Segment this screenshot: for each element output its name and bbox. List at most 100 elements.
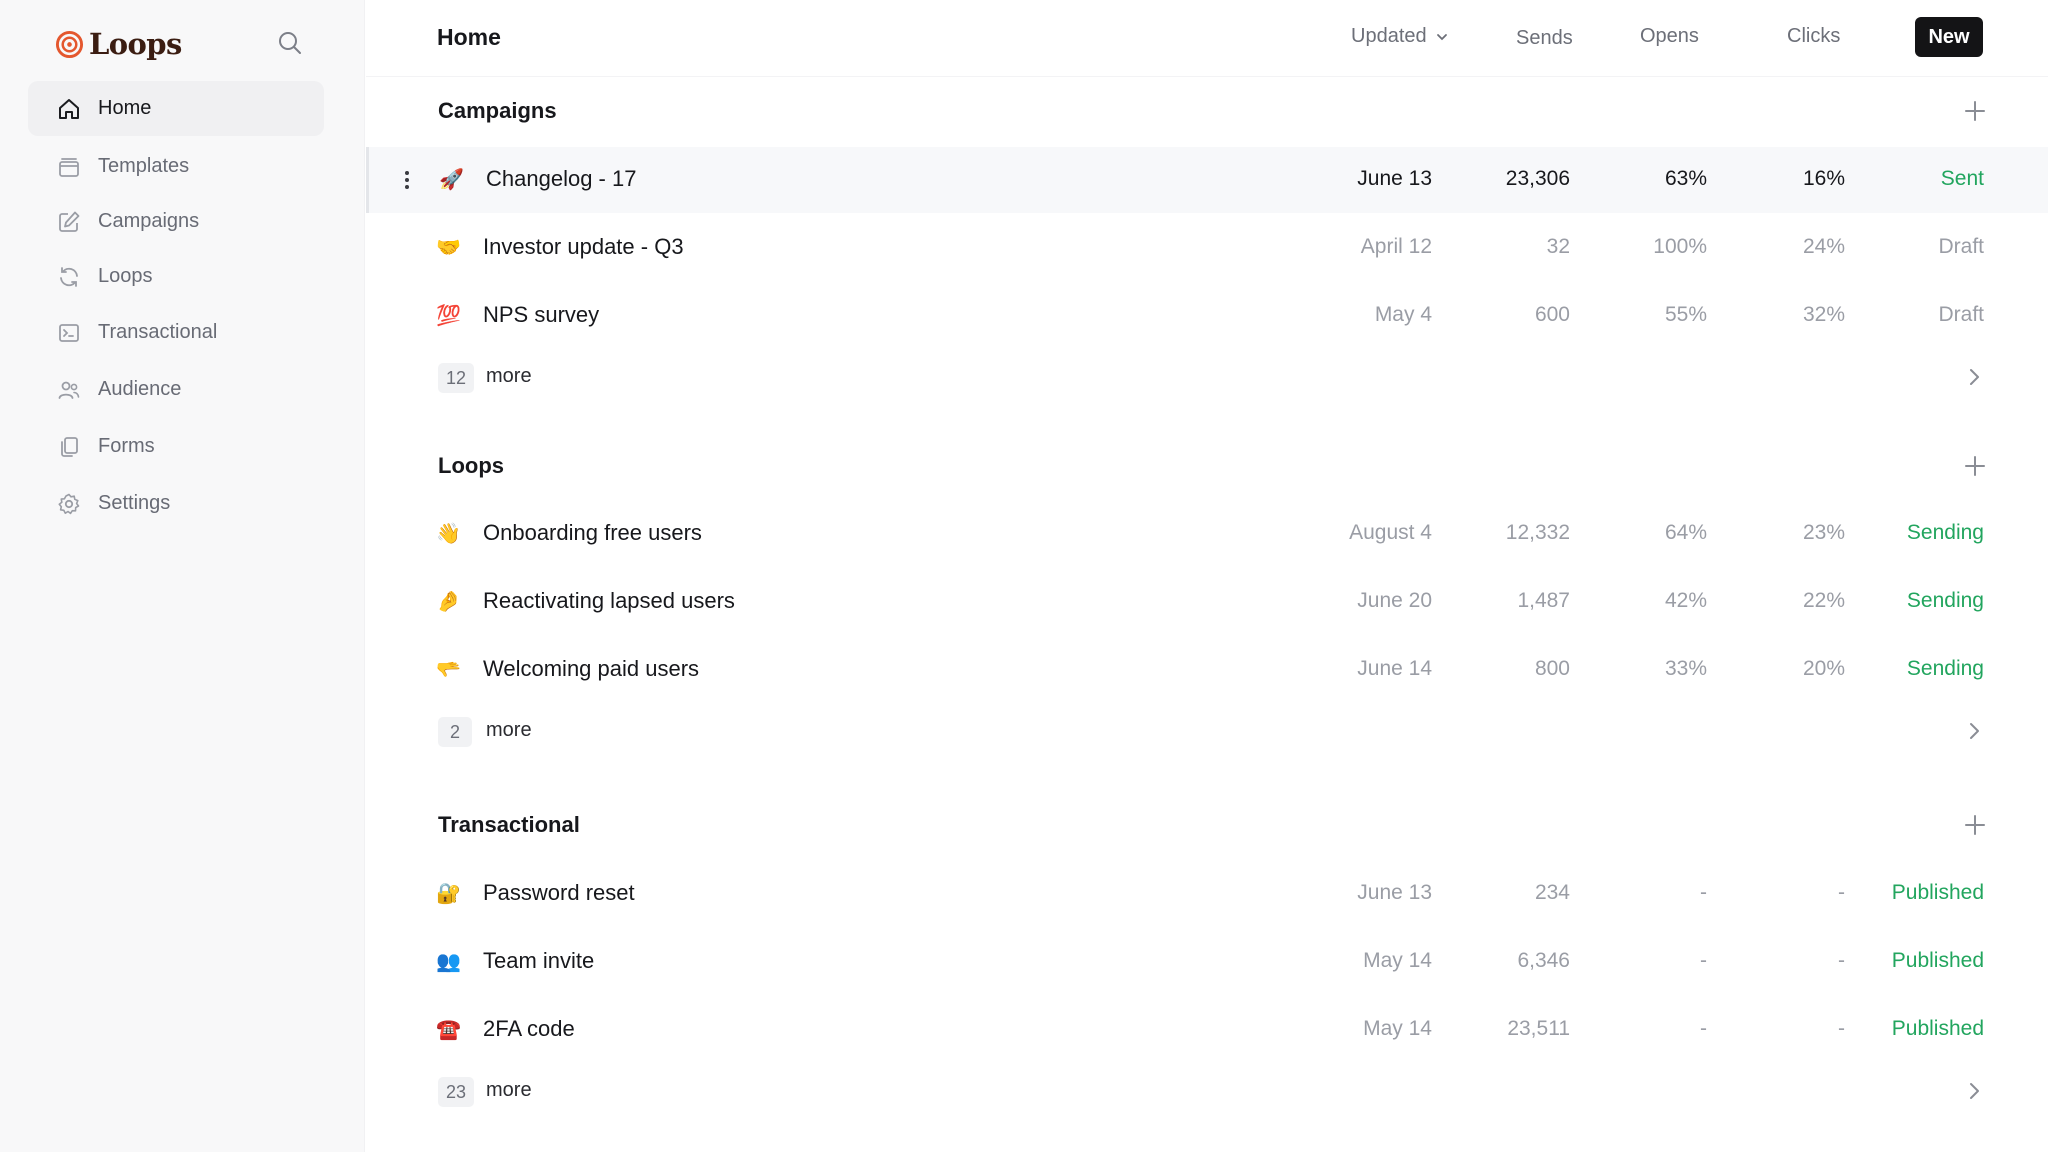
chevron-right-icon: [1970, 1083, 1979, 1099]
cell-clicks: 23%: [1802, 521, 1845, 544]
cell-date: May 4: [1374, 303, 1432, 326]
cell-date: June 14: [1357, 657, 1432, 680]
more-label: more: [486, 365, 532, 387]
cell-clicks: 32%: [1802, 303, 1845, 326]
cell-status: Draft: [1938, 235, 1984, 258]
cell-date: June 13: [1357, 167, 1432, 190]
add-transactional-icon[interactable]: [1962, 812, 1988, 838]
column-header-opens[interactable]: Opens: [1640, 25, 1699, 48]
cell-date: May 14: [1363, 949, 1432, 972]
cell-clicks: 16%: [1802, 167, 1845, 190]
sidebar: Loops Home Templates Campaigns Loops Tra…: [0, 0, 365, 1152]
sidebar-item-label: Campaigns: [98, 210, 200, 232]
row-name: Investor update - Q3: [483, 234, 684, 259]
cell-sends: 23,511: [1507, 1017, 1570, 1040]
brand-name: Loops: [89, 27, 182, 61]
cell-sends: 32: [1546, 235, 1570, 258]
table-row[interactable]: 🫳 Welcoming paid users June 14 800 33% 20% Sen…: [366, 637, 2048, 703]
refresh-icon: [56, 264, 82, 290]
sidebar-item-templates[interactable]: Templates: [28, 139, 324, 194]
cell-date: May 14: [1363, 1017, 1432, 1040]
terminal-icon: [56, 320, 82, 346]
brand-logo[interactable]: Loops: [55, 24, 182, 64]
sidebar-item-label: Home: [98, 97, 152, 119]
row-name: Onboarding free users: [483, 520, 702, 545]
table-row[interactable]: 🔐 Password reset June 13 234 - - Published: [366, 861, 2048, 927]
cell-status: Published: [1891, 881, 1984, 904]
table-row[interactable]: 🤌 Reactivating lapsed users June 20 1,487 42…: [366, 569, 2048, 635]
table-row[interactable]: 💯 NPS survey May 4 600 55% 32% Draft: [366, 283, 2048, 349]
row-name: NPS survey: [483, 302, 600, 327]
more-options-icon[interactable]: [403, 167, 411, 193]
sidebar-item-label: Loops: [98, 265, 153, 287]
more-label: more: [486, 1079, 532, 1101]
sidebar-item-settings[interactable]: Settings: [28, 476, 324, 531]
cell-status: Sending: [1906, 521, 1984, 544]
add-campaign-icon[interactable]: [1962, 98, 1988, 124]
cell-status: Sending: [1906, 657, 1984, 680]
add-loop-icon[interactable]: [1962, 453, 1988, 479]
row-name: Password reset: [483, 880, 635, 905]
table-row[interactable]: 🤝 Investor update - Q3 April 12 32 100% 24% Dr…: [366, 215, 2048, 281]
cell-date: June 20: [1357, 589, 1432, 612]
cell-opens: 63%: [1664, 167, 1707, 190]
show-more-row[interactable]: 2 more: [366, 705, 2048, 755]
sidebar-item-label: Audience: [98, 378, 182, 400]
cell-clicks: -: [1838, 949, 1845, 972]
sidebar-item-label: Transactional: [98, 321, 218, 343]
cell-date: April 12: [1360, 235, 1432, 258]
chevron-right-icon: [1970, 369, 1979, 385]
row-name: 2FA code: [483, 1016, 575, 1041]
users-icon: [56, 377, 82, 403]
section-title-campaigns: Campaigns: [438, 98, 557, 123]
cell-clicks: -: [1838, 1017, 1845, 1040]
column-header-clicks[interactable]: Clicks: [1787, 25, 1840, 48]
cell-opens: -: [1700, 881, 1707, 904]
chevron-down-icon: [1436, 33, 1447, 40]
row-emoji-icon: 👋: [436, 523, 461, 545]
table-row[interactable]: 🚀 Changelog - 17 June 13 23,306 63% 16% Sent: [366, 147, 2048, 213]
cell-opens: 42%: [1664, 589, 1707, 612]
table-row[interactable]: ☎️ 2FA code May 14 23,511 - - Published: [366, 997, 2048, 1063]
cell-opens: 100%: [1653, 235, 1707, 258]
row-emoji-icon: 🚀: [439, 169, 464, 191]
table-row[interactable]: 👥 Team invite May 14 6,346 - - Published: [366, 929, 2048, 995]
sidebar-item-label: Templates: [98, 155, 190, 177]
new-button[interactable]: New: [1915, 17, 1983, 57]
search-icon[interactable]: [276, 29, 304, 57]
edit-icon: [56, 209, 82, 235]
row-emoji-icon: 🤌: [436, 591, 461, 613]
cell-opens: 55%: [1664, 303, 1707, 326]
sidebar-item-campaigns[interactable]: Campaigns: [28, 194, 324, 249]
more-count-badge: 23: [438, 1077, 475, 1107]
show-more-row[interactable]: 23 more: [366, 1065, 2048, 1115]
sort-dropdown[interactable]: Updated: [1351, 25, 1449, 48]
cell-status: Draft: [1938, 303, 1984, 326]
cell-sends: 600: [1534, 303, 1570, 326]
section-title-loops: Loops: [438, 453, 504, 478]
sidebar-item-loops[interactable]: Loops: [28, 249, 324, 304]
cell-opens: 64%: [1664, 521, 1707, 544]
sort-label: Updated: [1351, 25, 1427, 47]
main-content: Home Updated Sends Opens Clicks New Camp…: [366, 0, 2048, 1152]
sidebar-item-forms[interactable]: Forms: [28, 419, 324, 474]
column-header-sends[interactable]: Sends: [1516, 27, 1573, 50]
cell-status: Published: [1891, 1017, 1984, 1040]
sidebar-item-audience[interactable]: Audience: [28, 362, 324, 417]
sidebar-item-label: Forms: [98, 435, 155, 457]
show-more-row[interactable]: 12 more: [366, 351, 2048, 401]
cell-date: June 13: [1357, 881, 1432, 904]
cell-opens: -: [1700, 1017, 1707, 1040]
copy-icon: [56, 434, 82, 460]
sidebar-item-transactional[interactable]: Transactional: [28, 305, 324, 360]
row-emoji-icon: 🔐: [436, 883, 461, 905]
cell-clicks: -: [1838, 881, 1845, 904]
cell-sends: 6,346: [1517, 949, 1570, 972]
sidebar-item-home[interactable]: Home: [28, 81, 324, 136]
table-row[interactable]: 👋 Onboarding free users August 4 12,332 64% 2…: [366, 501, 2048, 567]
row-emoji-icon: 🤝: [436, 237, 461, 259]
cell-clicks: 20%: [1802, 657, 1845, 680]
cell-clicks: 24%: [1802, 235, 1845, 258]
cell-status: Sending: [1906, 589, 1984, 612]
chevron-right-icon: [1970, 723, 1979, 739]
